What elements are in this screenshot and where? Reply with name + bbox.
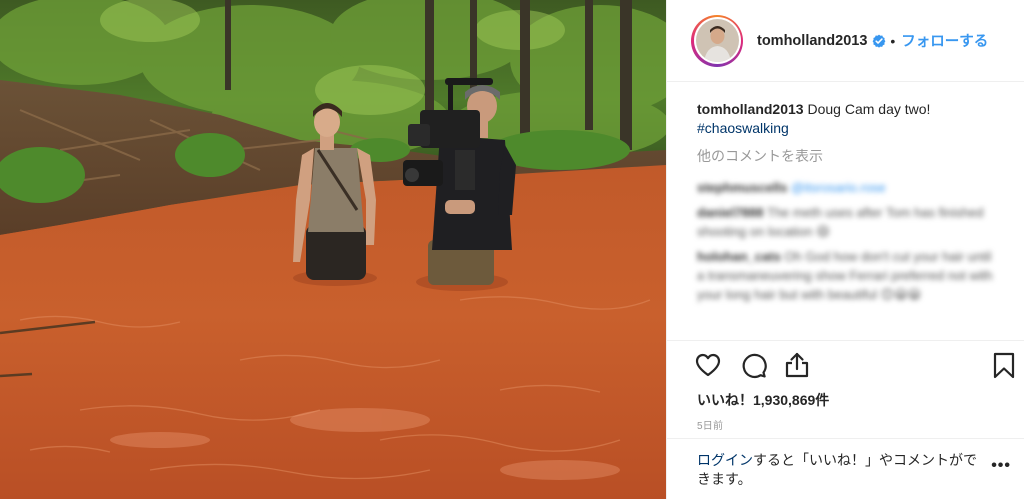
- likes-count[interactable]: いいね！1,930,869件: [697, 390, 829, 410]
- verified-badge-icon: [872, 34, 886, 48]
- post-photo-illustration: [0, 0, 666, 499]
- comment-text: @itsrosario.rose: [790, 180, 886, 195]
- login-prompt-bar: ログインすると「いいね！」やコメントができます。 •••: [667, 438, 1024, 499]
- comment-bubble-icon[interactable]: [739, 351, 767, 379]
- avatar[interactable]: [695, 19, 739, 62]
- more-options-button[interactable]: •••: [991, 457, 1011, 475]
- view-more-comments-link[interactable]: 他のコメントを表示: [697, 147, 997, 166]
- share-icon[interactable]: [783, 351, 811, 379]
- caption-username[interactable]: tomholland2013: [697, 101, 804, 117]
- likes-label: いいね！: [697, 392, 753, 408]
- bookmark-icon[interactable]: [990, 351, 1018, 379]
- separator-dot: •: [890, 32, 896, 49]
- login-link[interactable]: ログイン: [697, 452, 753, 468]
- follow-button[interactable]: フォローする: [901, 30, 988, 51]
- blurred-comments: stephmuscells @itsrosario.rose daniel788…: [697, 178, 997, 304]
- heart-icon[interactable]: [694, 351, 722, 379]
- post-timestamp[interactable]: 5日前: [697, 417, 723, 432]
- comment-item: stephmuscells @itsrosario.rose: [697, 178, 997, 197]
- likes-number: 1,930,869件: [753, 392, 830, 408]
- comment-item: daniel7888 The meth uses after Tom has f…: [697, 203, 997, 241]
- username[interactable]: tomholland2013: [757, 33, 867, 49]
- post-side-panel: tomholland2013 • フォローする tomholland2013 D…: [666, 0, 1024, 499]
- login-prompt: ログインすると「いいね！」やコメントができます。: [697, 451, 987, 489]
- caption: tomholland2013 Doug Cam day two! #chaosw…: [697, 100, 997, 138]
- post-actions-bar: [667, 340, 1024, 388]
- post-header: tomholland2013 • フォローする: [667, 0, 1024, 82]
- comment-username[interactable]: daniel7888: [697, 205, 764, 220]
- hashtag-link[interactable]: #chaoswalking: [697, 119, 997, 138]
- caption-text: Doug Cam day two!: [807, 101, 931, 117]
- comments-section: tomholland2013 Doug Cam day two! #chaosw…: [697, 100, 997, 310]
- comment-username[interactable]: holohan_cats: [697, 249, 781, 264]
- comment-username[interactable]: stephmuscells: [697, 180, 787, 195]
- story-ring[interactable]: [691, 14, 743, 67]
- comment-item: holohan_cats Oh God how don't cut your h…: [697, 247, 997, 304]
- post-photo: [0, 0, 666, 499]
